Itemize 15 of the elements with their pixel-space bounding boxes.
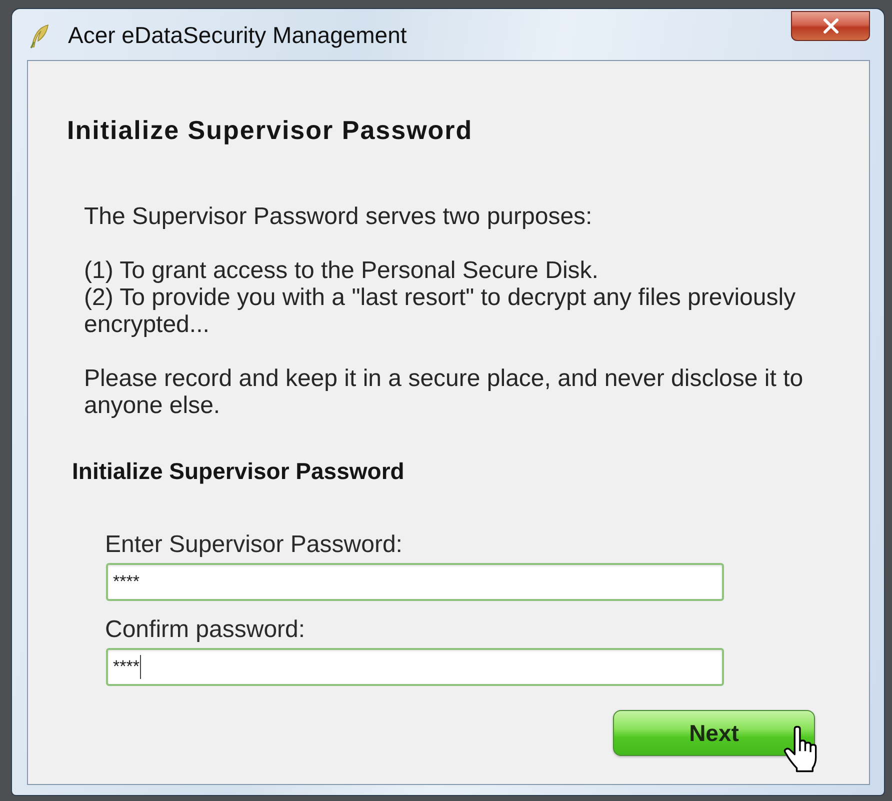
password-field[interactable]: **** bbox=[106, 563, 724, 601]
section-heading: Initialize Supervisor Password bbox=[72, 458, 404, 485]
hand-cursor-icon bbox=[783, 725, 819, 773]
intro-text: The Supervisor Password serves two purposes: bbox=[84, 203, 594, 230]
field-label: Enter Supervisor Password: bbox=[105, 531, 402, 558]
close-button[interactable] bbox=[791, 11, 870, 41]
purpose-text: (1) To grant access to the Personal Secure Disk. bbox=[84, 257, 600, 284]
purpose-text: (2) To provide you with a "last resort" to decrypt any files previously encrypted... bbox=[84, 284, 797, 338]
notice-text: Please record and keep it in a secure place, and never disclose it to anyone else. bbox=[84, 365, 804, 419]
password-field[interactable]: **** bbox=[106, 648, 724, 686]
window-title: Acer eDataSecurity Management bbox=[68, 22, 407, 49]
close-icon bbox=[822, 18, 840, 34]
page-heading: Initialize Supervisor Password bbox=[67, 115, 473, 145]
next-button[interactable]: Next bbox=[613, 710, 815, 756]
field-label: Confirm password: bbox=[105, 616, 306, 643]
